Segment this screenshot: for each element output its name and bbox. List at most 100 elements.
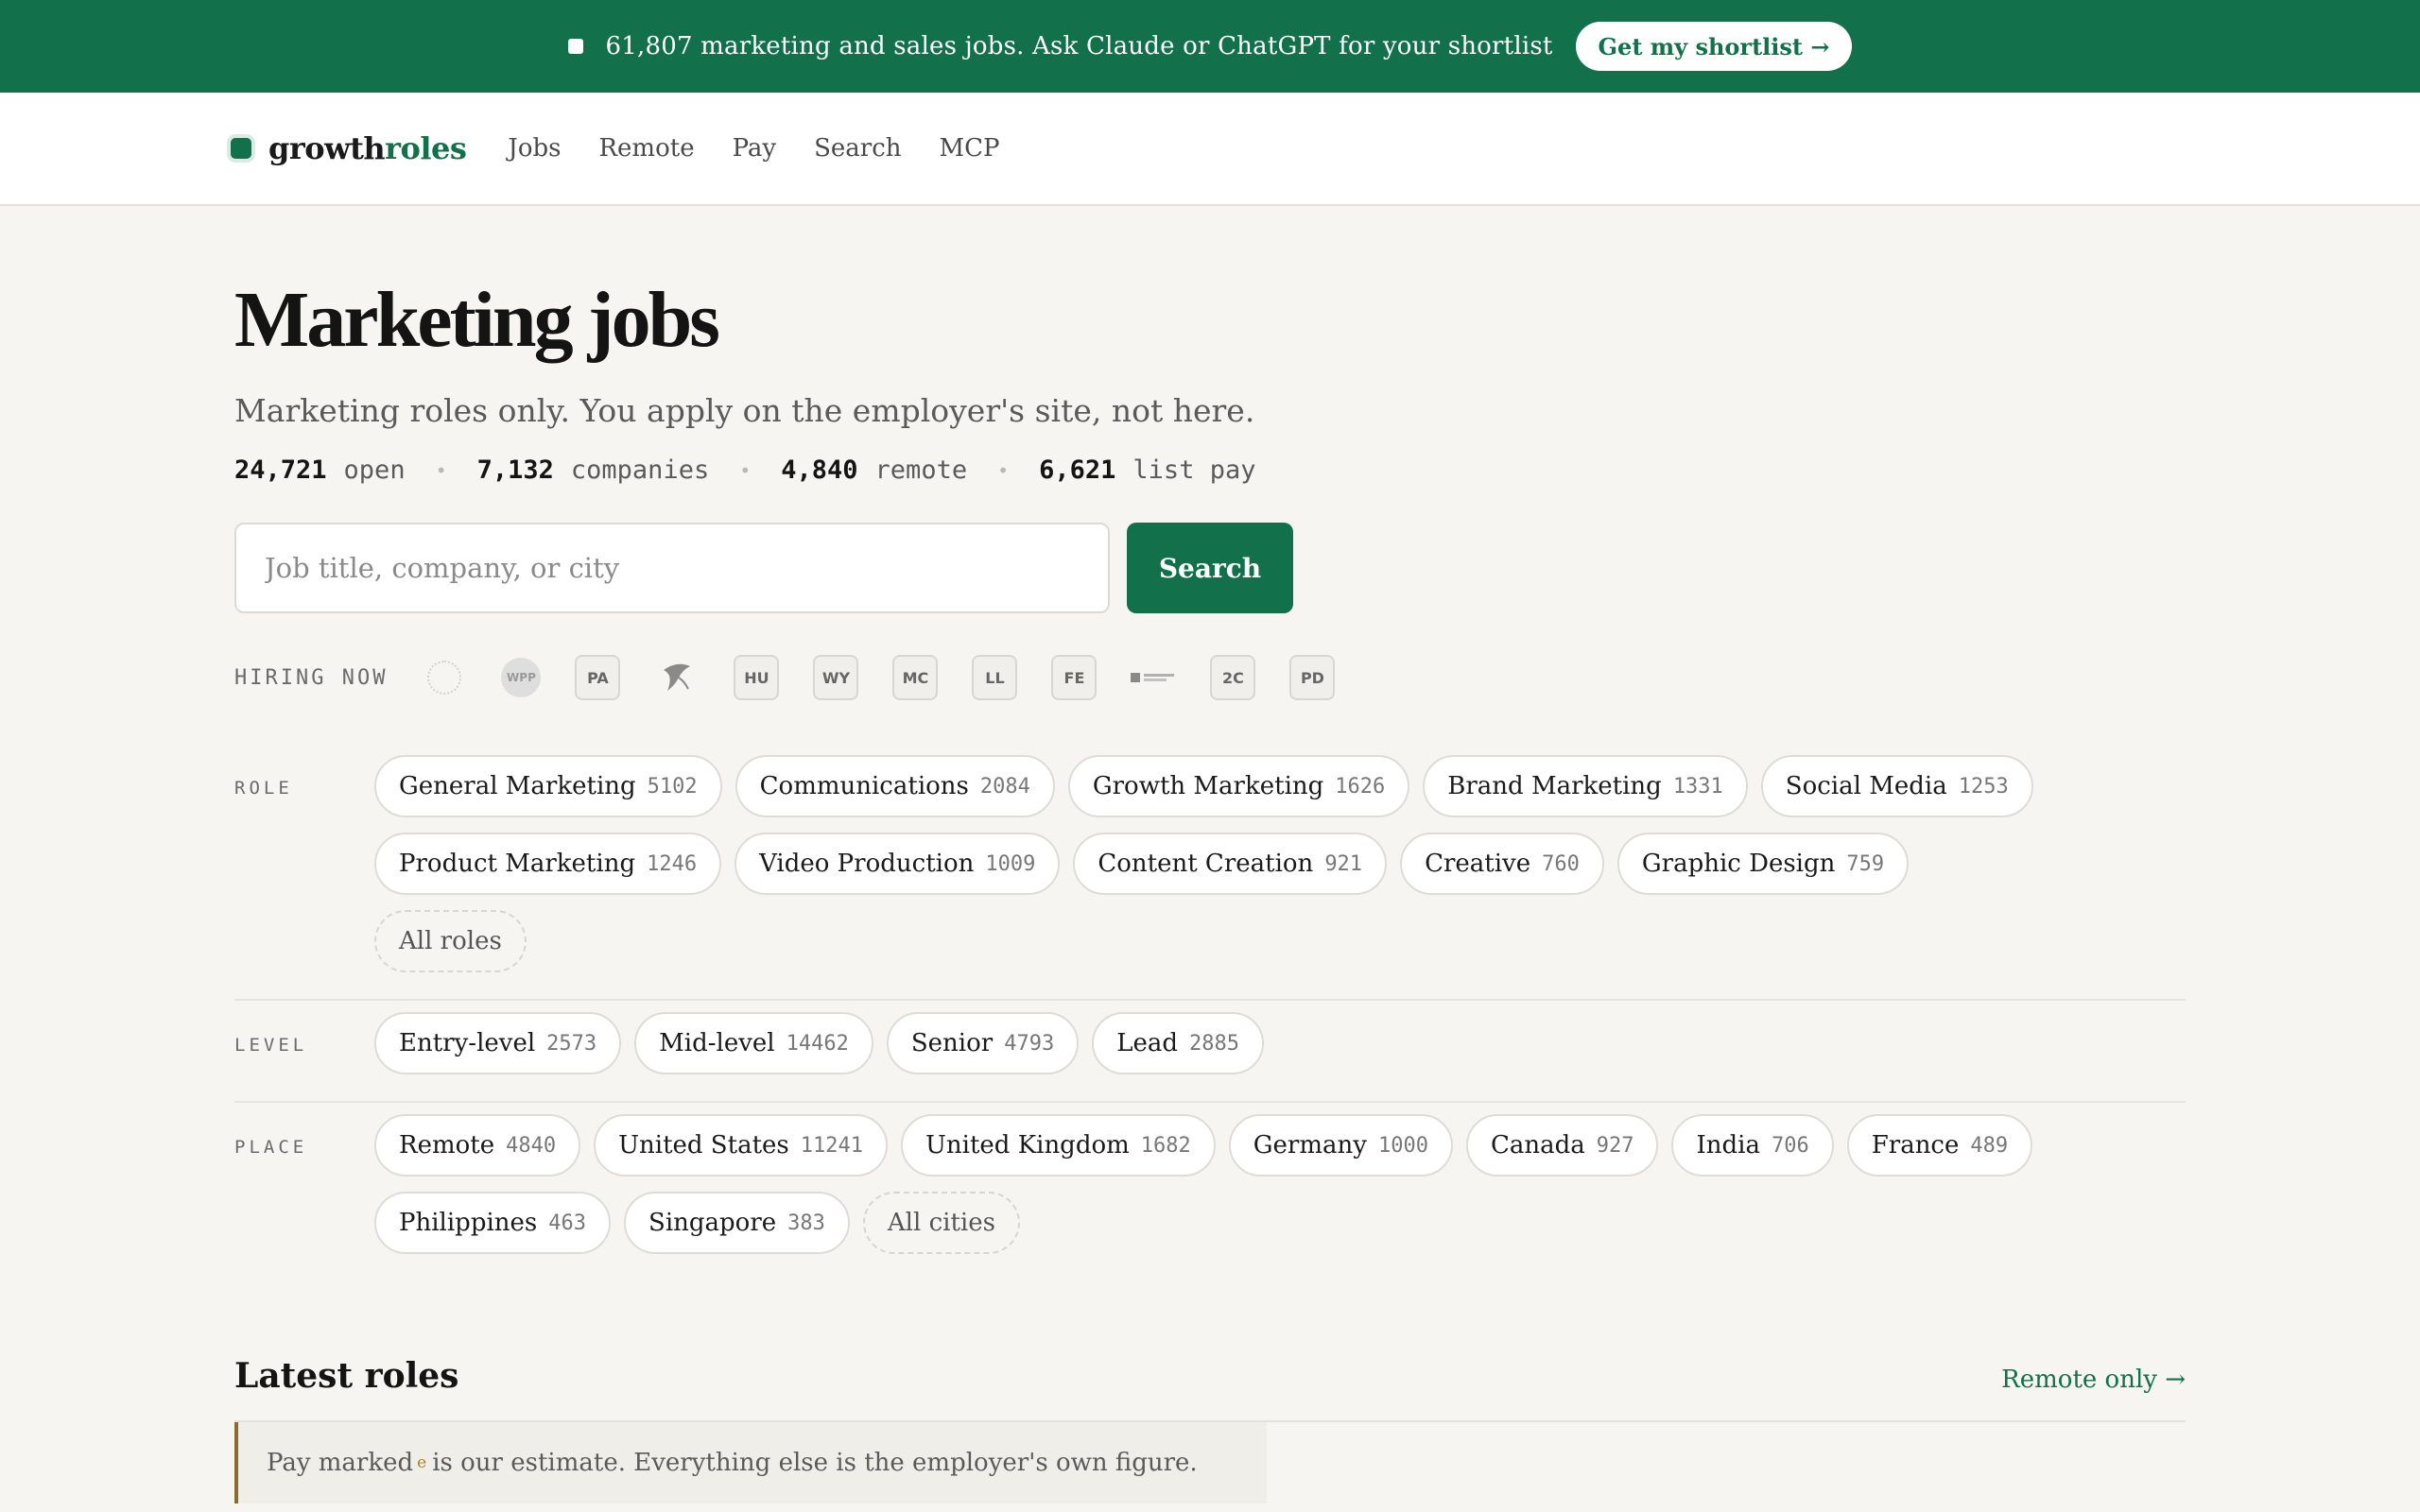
filter-chip[interactable]: Video Production 1009 xyxy=(735,833,1061,895)
company-logo-mc[interactable]: MC xyxy=(892,655,939,700)
note-text-after: is our estimate. Everything else is the … xyxy=(432,1449,1198,1477)
search-button[interactable]: Search xyxy=(1127,523,1293,613)
filter-chip[interactable]: Remote 4840 xyxy=(374,1114,581,1177)
chip-label: United States xyxy=(618,1131,789,1160)
chip-label: Communications xyxy=(759,772,969,800)
main-content: Marketing jobs Marketing roles only. You… xyxy=(0,274,2420,1503)
hiring-now-label: HIRING NOW xyxy=(234,665,389,690)
filter-chip[interactable]: Brand Marketing 1331 xyxy=(1423,755,1748,817)
chip-count: 759 xyxy=(1846,851,1885,876)
level-chips: Entry-level 2573 Mid-level 14462 Senior 479… xyxy=(374,1012,2076,1090)
stat-separator: • xyxy=(997,458,1010,482)
chip-label: Product Marketing xyxy=(399,850,636,878)
stat-pay-value: 6,621 xyxy=(1039,455,1116,485)
filter-chip[interactable]: Philippines 463 xyxy=(374,1192,612,1254)
filter-chip[interactable]: India 706 xyxy=(1671,1114,1834,1177)
filter-chip[interactable]: Germany 1000 xyxy=(1228,1114,1453,1177)
chip-count: 5102 xyxy=(647,774,698,799)
company-logo-ll[interactable]: LL xyxy=(972,655,1018,700)
stat-remote-value: 4,840 xyxy=(781,455,858,485)
chip-label: Lead xyxy=(1116,1029,1178,1057)
chip-label: Content Creation xyxy=(1098,850,1314,878)
filter-chip[interactable]: Product Marketing 1246 xyxy=(374,833,722,895)
chip-count: 1331 xyxy=(1672,774,1723,799)
hiring-now-strip: HIRING NOW WPP PA HU WY MC LL FE 2C PD xyxy=(234,655,2186,700)
stat-open-label: open xyxy=(343,455,406,485)
stat-companies-label: companies xyxy=(570,455,710,485)
company-logo-wpp[interactable]: WPP xyxy=(501,658,542,697)
stat-companies-value: 7,132 xyxy=(476,455,554,485)
chip-label: Singapore xyxy=(648,1209,777,1237)
company-logo-fe[interactable]: FE xyxy=(1051,655,1098,700)
filter-chip[interactable]: General Marketing 5102 xyxy=(374,755,722,817)
stat-separator: • xyxy=(739,458,752,482)
place-chips: Remote 4840 United States 11241 United Kin… xyxy=(374,1114,2076,1269)
chip-count: 1009 xyxy=(985,851,1036,876)
filter-chip[interactable]: Creative 760 xyxy=(1400,833,1604,895)
chip-count: 1682 xyxy=(1140,1133,1191,1158)
chip-count: 11241 xyxy=(800,1133,863,1158)
chip-label: Germany xyxy=(1253,1131,1367,1160)
search-input[interactable] xyxy=(234,523,1110,613)
company-logo-seal-icon[interactable] xyxy=(427,661,462,695)
chip-label: Remote xyxy=(399,1131,495,1160)
all-cities-link[interactable]: All cities xyxy=(862,1192,1020,1254)
chip-count: 1000 xyxy=(1377,1133,1428,1158)
chip-label: Growth Marketing xyxy=(1092,772,1324,800)
nav-link-mcp[interactable]: MCP xyxy=(940,134,1000,163)
filter-chip[interactable]: France 489 xyxy=(1846,1114,2033,1177)
banner-message: 61,807 marketing and sales jobs. Ask Cla… xyxy=(605,32,1553,60)
filter-chip[interactable]: Content Creation 921 xyxy=(1073,833,1388,895)
chip-count: 489 xyxy=(1970,1133,2009,1158)
promo-banner: 61,807 marketing and sales jobs. Ask Cla… xyxy=(0,0,2420,93)
top-nav: growth roles Jobs Remote Pay Search MCP xyxy=(0,93,2420,206)
company-logo-2c[interactable]: 2C xyxy=(1210,655,1256,700)
company-logo-pd[interactable]: PD xyxy=(1289,655,1336,700)
chip-label: Mid-level xyxy=(659,1029,775,1057)
filter-chip[interactable]: Senior 4793 xyxy=(886,1012,1080,1074)
filter-chip[interactable]: Communications 2084 xyxy=(735,755,1055,817)
chip-count: 2885 xyxy=(1188,1031,1239,1056)
filter-chip[interactable]: Singapore 383 xyxy=(624,1192,850,1254)
logo[interactable]: growth roles xyxy=(231,130,467,166)
nav-link-remote[interactable]: Remote xyxy=(598,134,694,163)
get-shortlist-button[interactable]: Get my shortlist → xyxy=(1575,22,1853,71)
chip-count: 2573 xyxy=(546,1031,597,1056)
filter-chip[interactable]: Mid-level 14462 xyxy=(634,1012,873,1074)
nav-link-jobs[interactable]: Jobs xyxy=(508,134,561,163)
chip-label: Philippines xyxy=(399,1209,538,1237)
company-logo-eagle-icon[interactable] xyxy=(654,655,700,700)
chip-count: 463 xyxy=(548,1211,587,1235)
all-roles-link[interactable]: All roles xyxy=(374,910,527,972)
filter-chip[interactable]: Canada 927 xyxy=(1465,1114,1659,1177)
filter-chip[interactable]: Entry-level 2573 xyxy=(374,1012,622,1074)
filter-row-place: PLACE Remote 4840 United States 11241 Unit… xyxy=(234,1101,2186,1280)
remote-only-link[interactable]: Remote only → xyxy=(2001,1366,2186,1394)
chip-count: 1246 xyxy=(647,851,698,876)
filter-chip[interactable]: Lead 2885 xyxy=(1092,1012,1264,1074)
filter-row-level: LEVEL Entry-level 2573 Mid-level 14462 Sen… xyxy=(234,999,2186,1101)
chip-label: Senior xyxy=(910,1029,994,1057)
stat-open-value: 24,721 xyxy=(234,455,327,485)
nav-link-pay[interactable]: Pay xyxy=(733,134,777,163)
company-logo-hu[interactable]: HU xyxy=(734,655,780,700)
chip-label: France xyxy=(1871,1131,1960,1160)
chip-label: Video Production xyxy=(759,850,975,878)
chip-label: Creative xyxy=(1425,850,1531,878)
nav-link-search[interactable]: Search xyxy=(814,134,901,163)
chip-label: Graphic Design xyxy=(1641,850,1836,878)
logo-text-roles: roles xyxy=(385,130,467,166)
chip-count: 4840 xyxy=(506,1133,557,1158)
company-logo-pa[interactable]: PA xyxy=(575,655,621,700)
chip-label: Social Media xyxy=(1785,772,1947,800)
chip-count: 2084 xyxy=(979,774,1030,799)
latest-roles-header: Latest roles Remote only → xyxy=(234,1356,2186,1422)
filter-chip[interactable]: United States 11241 xyxy=(594,1114,888,1177)
filter-chip[interactable]: Graphic Design 759 xyxy=(1616,833,1910,895)
company-logo-wy[interactable]: WY xyxy=(813,655,859,700)
stats-row: 24,721 open • 7,132 companies • 4,840 remot… xyxy=(234,455,2186,485)
filter-chip[interactable]: Social Media 1253 xyxy=(1760,755,2033,817)
filter-chip[interactable]: United Kingdom 1682 xyxy=(900,1114,1216,1177)
company-logo-wordmark-icon[interactable] xyxy=(1131,655,1176,700)
filter-chip[interactable]: Growth Marketing 1626 xyxy=(1067,755,1410,817)
